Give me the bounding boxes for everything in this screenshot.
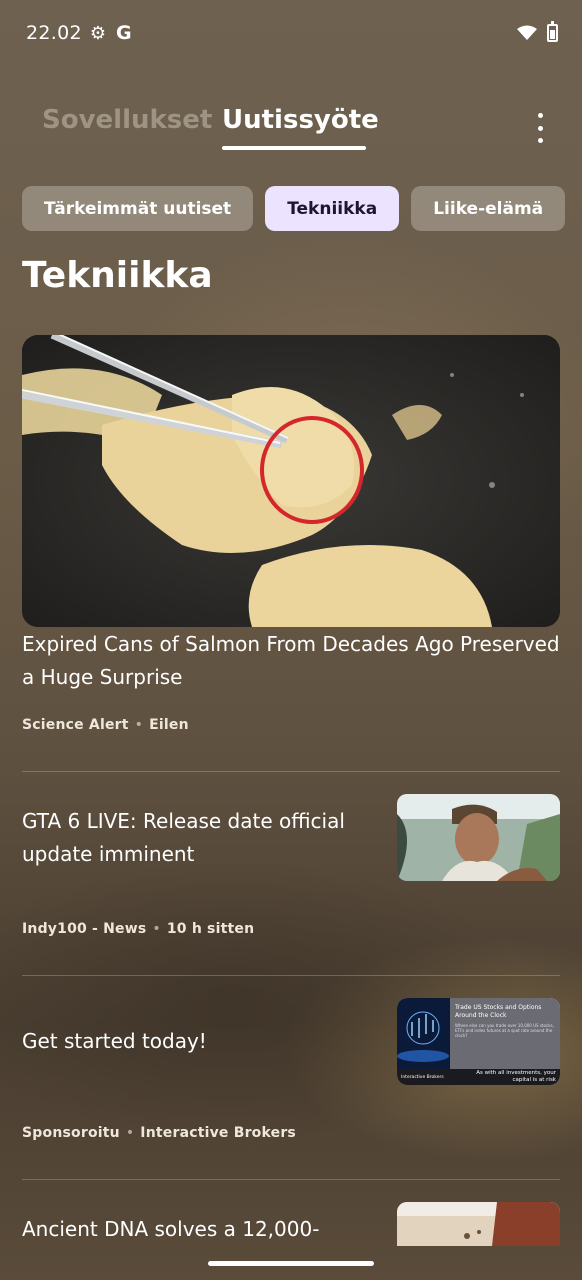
- ad-body: Where else can you trade over 10,000 US …: [455, 1023, 554, 1038]
- chip-business[interactable]: Liike-elämä: [411, 186, 566, 231]
- active-tab-indicator: [222, 146, 366, 150]
- divider: [22, 975, 560, 976]
- section-title: Tekniikka: [22, 255, 213, 296]
- article-time: Eilen: [149, 717, 189, 733]
- category-chips: Tärkeimmät uutiset Tekniikka Liike-elämä: [22, 186, 582, 232]
- article-title[interactable]: Ancient DNA solves a 12,000-: [22, 1213, 382, 1246]
- article-thumbnail-gta[interactable]: [397, 794, 560, 881]
- article-thumbnail-dna[interactable]: [397, 1202, 560, 1246]
- more-options-icon[interactable]: [528, 113, 552, 143]
- article-title[interactable]: Expired Cans of Salmon From Decades Ago …: [22, 628, 560, 694]
- ad-brand: Interactive Brokers: [401, 1074, 444, 1080]
- divider: [22, 771, 560, 772]
- article-image-salmon[interactable]: [22, 335, 560, 627]
- chip-top-news[interactable]: Tärkeimmät uutiset: [22, 186, 254, 231]
- google-icon: G: [116, 22, 132, 44]
- wifi-icon: [517, 25, 537, 40]
- advertiser-name: Interactive Brokers: [140, 1125, 296, 1141]
- settings-gear-icon: ⚙: [89, 22, 107, 44]
- tab-uutissyote[interactable]: Uutissyöte: [222, 105, 379, 135]
- article-source: Science Alert: [22, 717, 129, 733]
- sponsored-label: Sponsoroitu: [22, 1125, 120, 1141]
- ad-disclaimer: As with all investments, your capital is…: [476, 1070, 556, 1083]
- article-meta: Indy100 - News • 10 h sitten: [22, 921, 255, 937]
- article-meta: Sponsoroitu • Interactive Brokers: [22, 1125, 296, 1141]
- status-time: 22.02: [26, 22, 82, 44]
- article-time: 10 h sitten: [166, 921, 255, 937]
- sponsored-title[interactable]: Get started today!: [22, 1025, 382, 1058]
- ad-thumbnail-interactive-brokers[interactable]: Trade US Stocks and Options Around the C…: [397, 998, 560, 1085]
- article-meta: Science Alert • Eilen: [22, 717, 189, 733]
- home-gesture-bar[interactable]: [208, 1261, 374, 1266]
- divider: [22, 1179, 560, 1180]
- chip-technology[interactable]: Tekniikka: [265, 186, 400, 231]
- status-bar: 22.02 ⚙ G: [26, 18, 558, 48]
- ad-chart-graphic-icon: [397, 998, 450, 1069]
- tab-sovellukset[interactable]: Sovellukset: [42, 105, 212, 135]
- battery-icon: [547, 21, 558, 42]
- ad-headline: Trade US Stocks and Options Around the C…: [455, 1004, 542, 1019]
- article-source: Indy100 - News: [22, 921, 147, 937]
- article-title[interactable]: GTA 6 LIVE: Release date official update…: [22, 805, 382, 871]
- header-tabs: Sovellukset Uutissyöte: [42, 105, 552, 157]
